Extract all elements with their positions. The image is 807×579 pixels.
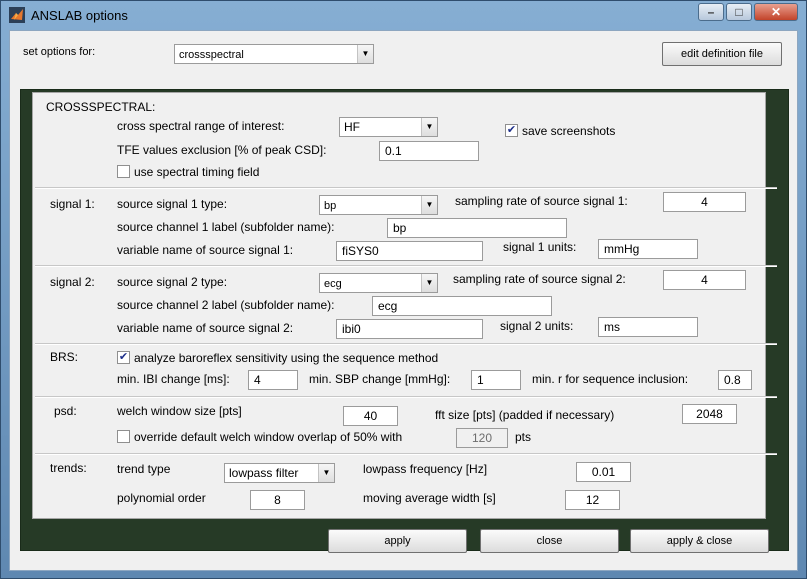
brs-section-label: BRS: bbox=[50, 350, 79, 364]
signal2-units-label: signal 2 units: bbox=[500, 319, 574, 333]
set-options-label: set options for: bbox=[23, 46, 96, 58]
signal1-channel-label: source channel 1 label (subfolder name): bbox=[117, 220, 335, 234]
chevron-down-icon: ▼ bbox=[421, 196, 437, 214]
divider bbox=[35, 453, 777, 455]
fft-label: fft size [pts] (padded if necessary) bbox=[435, 408, 615, 422]
tfe-input[interactable]: 0.1 bbox=[379, 141, 479, 161]
r-input[interactable]: 0.8 bbox=[718, 370, 752, 390]
poly-input[interactable]: 8 bbox=[250, 490, 305, 510]
signal1-sampling-input[interactable]: 4 bbox=[663, 192, 746, 212]
options-panel: CROSSSPECTRAL: cross spectral range of i… bbox=[32, 92, 777, 519]
divider bbox=[35, 187, 777, 189]
chevron-down-icon: ▼ bbox=[421, 118, 437, 136]
save-screenshots-label: save screenshots bbox=[522, 124, 616, 138]
poly-label: polynomial order bbox=[117, 491, 206, 505]
signal1-variable-label: variable name of source signal 1: bbox=[117, 243, 294, 257]
trend-type-label: trend type bbox=[117, 462, 171, 476]
signal1-type-value: bp bbox=[324, 200, 337, 212]
signal2-channel-label: source channel 2 label (subfolder name): bbox=[117, 298, 335, 312]
psd-section-label: psd: bbox=[54, 404, 77, 418]
chevron-down-icon: ▼ bbox=[421, 274, 437, 292]
close-window-button[interactable]: ✕ bbox=[754, 3, 798, 21]
signal2-type-label: source signal 2 type: bbox=[117, 275, 228, 289]
title-bar: ANSLAB options – □ ✕ bbox=[1, 1, 806, 29]
options-window: ANSLAB options – □ ✕ set options for: cr… bbox=[0, 0, 807, 579]
divider bbox=[35, 343, 777, 345]
signal1-units-label: signal 1 units: bbox=[503, 240, 577, 254]
apply-button[interactable]: apply bbox=[328, 529, 467, 553]
divider bbox=[35, 396, 777, 398]
matlab-icon bbox=[9, 7, 25, 23]
signal2-type-dropdown[interactable]: ecg ▼ bbox=[319, 273, 438, 293]
pts-label: pts bbox=[515, 430, 532, 444]
set-options-value: crossspectral bbox=[179, 49, 244, 61]
save-screenshots-checkbox[interactable]: ✔ bbox=[505, 124, 518, 137]
welch-label: welch window size [pts] bbox=[117, 404, 242, 418]
range-label: cross spectral range of interest: bbox=[117, 119, 285, 133]
override-overlap-label: override default welch window overlap of… bbox=[134, 430, 403, 444]
client-area: set options for: crossspectral ▼ edit de… bbox=[9, 30, 798, 571]
range-dropdown[interactable]: HF ▼ bbox=[339, 117, 438, 137]
signal2-sampling-label: sampling rate of source signal 2: bbox=[453, 272, 626, 286]
overlap-input[interactable]: 120 bbox=[456, 428, 508, 448]
welch-input[interactable]: 40 bbox=[343, 406, 398, 426]
signal2-section-label: signal 2: bbox=[50, 275, 95, 289]
ibi-label: min. IBI change [ms]: bbox=[117, 372, 230, 386]
r-label: min. r for sequence inclusion: bbox=[532, 372, 689, 386]
signal1-type-dropdown[interactable]: bp ▼ bbox=[319, 195, 438, 215]
range-value: HF bbox=[344, 120, 360, 134]
signal2-units-input[interactable]: ms bbox=[598, 317, 698, 337]
apply-close-button[interactable]: apply & close bbox=[630, 529, 769, 553]
signal1-channel-input[interactable]: bp bbox=[387, 218, 567, 238]
signal1-units-input[interactable]: mmHg bbox=[598, 239, 698, 259]
signal2-type-value: ecg bbox=[324, 278, 342, 290]
window-title: ANSLAB options bbox=[31, 8, 128, 23]
tfe-label: TFE values exclusion [% of peak CSD]: bbox=[117, 143, 327, 157]
ibi-input[interactable]: 4 bbox=[248, 370, 298, 390]
crossspectral-section-label: CROSSSPECTRAL: bbox=[46, 100, 156, 114]
moving-input[interactable]: 12 bbox=[565, 490, 620, 510]
signal2-channel-input[interactable]: ecg bbox=[372, 296, 552, 316]
signal1-type-label: source signal 1 type: bbox=[117, 197, 228, 211]
sbp-input[interactable]: 1 bbox=[471, 370, 521, 390]
set-options-dropdown[interactable]: crossspectral ▼ bbox=[174, 44, 374, 64]
trend-type-value: lowpass filter bbox=[229, 466, 299, 480]
chevron-down-icon: ▼ bbox=[318, 464, 334, 482]
edit-definition-button[interactable]: edit definition file bbox=[662, 42, 782, 66]
signal2-sampling-input[interactable]: 4 bbox=[663, 270, 746, 290]
sbp-label: min. SBP change [mmHg]: bbox=[309, 372, 451, 386]
divider bbox=[35, 265, 777, 267]
maximize-button[interactable]: □ bbox=[726, 3, 752, 21]
chevron-down-icon: ▼ bbox=[357, 45, 373, 63]
signal1-sampling-label: sampling rate of source signal 1: bbox=[455, 194, 628, 208]
override-overlap-checkbox[interactable] bbox=[117, 430, 130, 443]
close-button[interactable]: close bbox=[480, 529, 619, 553]
signal1-section-label: signal 1: bbox=[50, 197, 95, 211]
minimize-button[interactable]: – bbox=[698, 3, 724, 21]
trend-type-dropdown[interactable]: lowpass filter ▼ bbox=[224, 463, 335, 483]
spectral-timing-label: use spectral timing field bbox=[134, 165, 260, 179]
signal1-variable-input[interactable]: fiSYS0 bbox=[336, 241, 483, 261]
analyze-brs-checkbox[interactable]: ✔ bbox=[117, 351, 130, 364]
fft-input[interactable]: 2048 bbox=[682, 404, 737, 424]
signal2-variable-input[interactable]: ibi0 bbox=[336, 319, 483, 339]
trends-section-label: trends: bbox=[50, 461, 87, 475]
signal2-variable-label: variable name of source signal 2: bbox=[117, 321, 294, 335]
lowpass-label: lowpass frequency [Hz] bbox=[363, 462, 488, 476]
analyze-brs-label: analyze baroreflex sensitivity using the… bbox=[134, 351, 439, 365]
lowpass-input[interactable]: 0.01 bbox=[576, 462, 631, 482]
moving-label: moving average width [s] bbox=[363, 491, 496, 505]
spectral-timing-checkbox[interactable] bbox=[117, 165, 130, 178]
